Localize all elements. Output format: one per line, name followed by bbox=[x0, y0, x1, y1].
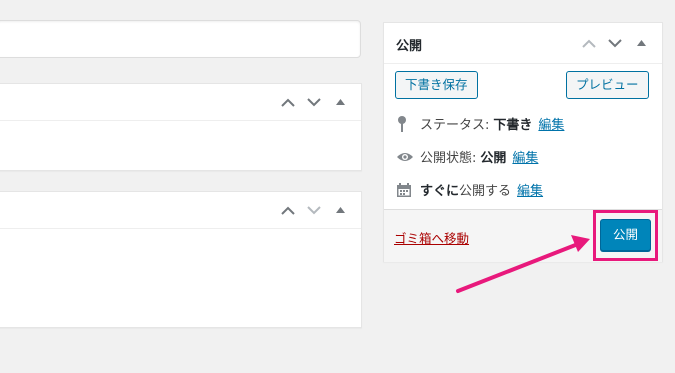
status-row: ステータス: 下書き 編集 bbox=[396, 114, 564, 133]
edit-status-link[interactable]: 編集 bbox=[538, 114, 564, 133]
edit-schedule-link[interactable]: 編集 bbox=[517, 180, 543, 199]
edit-visibility-link[interactable]: 編集 bbox=[512, 147, 538, 166]
move-to-trash-link[interactable]: ゴミ箱へ移動 bbox=[394, 228, 469, 247]
triangle-up-icon[interactable] bbox=[632, 34, 650, 52]
pin-icon bbox=[396, 115, 416, 133]
meta-box-1-header bbox=[0, 84, 361, 121]
preview-button[interactable]: プレビュー bbox=[566, 71, 649, 99]
publish-box-header: 公開 bbox=[384, 23, 662, 64]
publish-box-title: 公開 bbox=[396, 39, 423, 54]
meta-box-2-header bbox=[0, 192, 361, 229]
chevron-down-icon[interactable] bbox=[305, 93, 323, 111]
schedule-prefix: すぐに bbox=[420, 184, 460, 199]
meta-box-2 bbox=[0, 191, 362, 328]
chevron-up-icon[interactable] bbox=[580, 34, 598, 52]
triangle-up-icon[interactable] bbox=[331, 201, 349, 219]
highlight-box bbox=[593, 210, 658, 261]
editor-screen: 公開 下書き保存 プレビュー ステータス: 下書き 編集 公開状態: 公開 編集… bbox=[0, 0, 675, 373]
chevron-down-icon[interactable] bbox=[305, 201, 323, 219]
status-label: ステータス: bbox=[420, 118, 490, 133]
schedule-label: 公開する bbox=[459, 184, 512, 199]
visibility-value: 公開 bbox=[480, 151, 507, 166]
visibility-label: 公開状態: bbox=[420, 151, 477, 166]
post-title-input[interactable] bbox=[0, 20, 361, 58]
schedule-row: すぐに 公開する 編集 bbox=[396, 180, 543, 199]
chevron-down-icon[interactable] bbox=[606, 34, 624, 52]
triangle-up-icon[interactable] bbox=[331, 93, 349, 111]
calendar-icon bbox=[396, 182, 416, 198]
eye-icon bbox=[396, 151, 416, 163]
meta-box-1 bbox=[0, 83, 362, 171]
visibility-row: 公開状態: 公開 編集 bbox=[396, 147, 538, 166]
save-draft-button[interactable]: 下書き保存 bbox=[395, 71, 478, 99]
chevron-up-icon[interactable] bbox=[279, 93, 297, 111]
chevron-up-icon[interactable] bbox=[279, 201, 297, 219]
status-value: 下書き bbox=[493, 118, 533, 133]
